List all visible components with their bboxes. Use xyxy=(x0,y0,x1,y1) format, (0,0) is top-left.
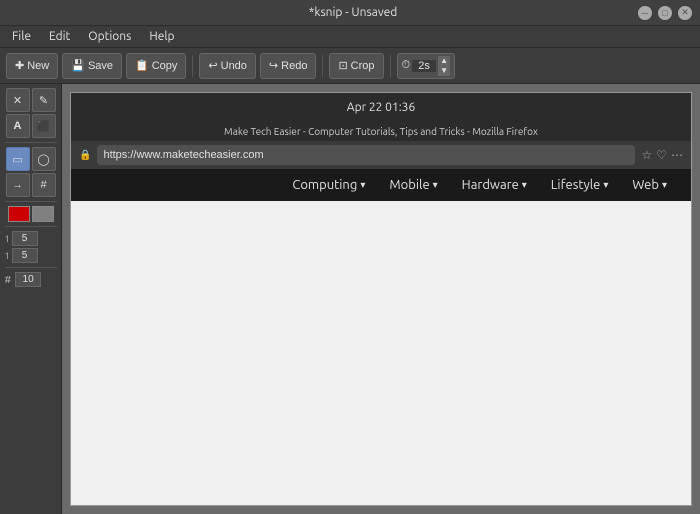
pen-tool[interactable]: ✎ xyxy=(32,88,56,112)
browser-clock: Apr 22 01:36 xyxy=(347,101,415,114)
main-area: ✕ ✎ A ⬛ ▭ ◯ → # 1 1 # xyxy=(0,84,700,514)
new-button[interactable]: ✚ New xyxy=(6,53,58,79)
tool-row-4: → # xyxy=(6,173,56,197)
canvas-area[interactable]: Apr 22 01:36 Make Tech Easier - Computer… xyxy=(62,84,700,514)
save-button[interactable]: 💾 Save xyxy=(62,53,122,79)
copy-icon: 📋 xyxy=(135,59,149,72)
heart-icon[interactable]: ♡ xyxy=(656,148,667,162)
tool-sep-3 xyxy=(5,226,57,227)
bg-color[interactable] xyxy=(32,206,54,222)
page-title: Make Tech Easier - Computer Tutorials, T… xyxy=(224,126,538,137)
hash-input[interactable] xyxy=(15,272,41,287)
address-bar: 🔒 ☆ ♡ ⋯ xyxy=(71,141,691,169)
address-icons: ☆ ♡ ⋯ xyxy=(641,148,683,162)
bookmark-icon[interactable]: ☆ xyxy=(641,148,652,162)
menu-bar: File Edit Options Help xyxy=(0,26,700,48)
nav-hardware[interactable]: Hardware ▾ xyxy=(454,174,535,196)
select-tool[interactable]: ✕ xyxy=(6,88,30,112)
separator-3 xyxy=(390,55,391,77)
delay-control: ⏱ ▲ ▼ xyxy=(397,53,456,79)
tool-sep-2 xyxy=(5,201,57,202)
chevron-down-icon: ▾ xyxy=(433,179,438,191)
toolbar: ✚ New 💾 Save 📋 Copy ↩ Undo ↪ Redo ⊡ Crop… xyxy=(0,48,700,84)
window-controls: ─ □ ✕ xyxy=(638,6,692,20)
size-label: 1 xyxy=(5,234,10,244)
redo-icon: ↪ xyxy=(269,59,278,72)
firefox-titlebar: Make Tech Easier - Computer Tutorials, T… xyxy=(71,121,691,141)
copy-button[interactable]: 📋 Copy xyxy=(126,53,186,79)
nav-computing[interactable]: Computing ▾ xyxy=(284,174,373,196)
tool-row-1: ✕ ✎ xyxy=(6,88,56,112)
size-input[interactable] xyxy=(12,231,38,246)
opacity-row: 1 xyxy=(5,248,57,263)
undo-icon: ↩ xyxy=(208,59,217,72)
separator-1 xyxy=(192,55,193,77)
minimize-button[interactable]: ─ xyxy=(638,6,652,20)
nav-web[interactable]: Web ▾ xyxy=(624,174,675,196)
hash-icon: # xyxy=(5,274,12,285)
text-tool[interactable]: A xyxy=(6,114,30,138)
chevron-down-icon: ▾ xyxy=(522,179,527,191)
nav-lifestyle[interactable]: Lifestyle ▾ xyxy=(543,174,617,196)
menu-options[interactable]: Options xyxy=(80,28,139,45)
nav-bar: Computing ▾ Mobile ▾ Hardware ▾ Lifestyl… xyxy=(71,169,691,201)
crop-button[interactable]: ⊡ Crop xyxy=(329,53,383,79)
new-icon: ✚ xyxy=(15,59,24,72)
nav-mobile[interactable]: Mobile ▾ xyxy=(381,174,445,196)
tool-sep-1 xyxy=(5,142,57,143)
close-button[interactable]: ✕ xyxy=(678,6,692,20)
redo-button[interactable]: ↪ Redo xyxy=(260,53,317,79)
opacity-input[interactable] xyxy=(12,248,38,263)
maximize-button[interactable]: □ xyxy=(658,6,672,20)
clock-bar: Apr 22 01:36 xyxy=(71,93,691,121)
undo-button[interactable]: ↩ Undo xyxy=(199,53,256,79)
more-icon[interactable]: ⋯ xyxy=(671,148,683,162)
tool-row-2: A ⬛ xyxy=(6,114,56,138)
left-toolbar: ✕ ✎ A ⬛ ▭ ◯ → # 1 1 # xyxy=(0,84,62,514)
number-tool[interactable]: # xyxy=(32,173,56,197)
save-icon: 💾 xyxy=(71,59,85,72)
fg-color[interactable] xyxy=(8,206,30,222)
delay-up[interactable]: ▲ xyxy=(438,56,450,66)
size-row: 1 xyxy=(5,231,57,246)
browser-screenshot: Apr 22 01:36 Make Tech Easier - Computer… xyxy=(70,92,692,506)
delay-down[interactable]: ▼ xyxy=(438,66,450,76)
chevron-down-icon: ▾ xyxy=(603,179,608,191)
menu-file[interactable]: File xyxy=(4,28,39,45)
delay-input[interactable] xyxy=(412,60,436,72)
tool-sep-4 xyxy=(5,267,57,268)
circle-tool[interactable]: ◯ xyxy=(32,147,56,171)
marker-tool[interactable]: ⬛ xyxy=(32,114,56,138)
rect-tool[interactable]: ▭ xyxy=(6,147,30,171)
color-row xyxy=(8,206,54,222)
opacity-label: 1 xyxy=(5,251,10,261)
arrow-tool[interactable]: → xyxy=(6,173,30,197)
crop-icon: ⊡ xyxy=(338,59,347,72)
lock-icon: 🔒 xyxy=(79,149,91,161)
menu-help[interactable]: Help xyxy=(141,28,182,45)
hash-row: # xyxy=(5,272,57,287)
chevron-down-icon: ▾ xyxy=(662,179,667,191)
url-input[interactable] xyxy=(97,145,635,165)
chevron-down-icon: ▾ xyxy=(360,179,365,191)
clock-icon: ⏱ xyxy=(402,59,411,72)
tool-row-3: ▭ ◯ xyxy=(6,147,56,171)
delay-spinner: ▲ ▼ xyxy=(438,56,450,76)
separator-2 xyxy=(322,55,323,77)
title-bar: *ksnip - Unsaved ─ □ ✕ xyxy=(0,0,700,26)
menu-edit[interactable]: Edit xyxy=(41,28,78,45)
window-title: *ksnip - Unsaved xyxy=(68,6,638,19)
